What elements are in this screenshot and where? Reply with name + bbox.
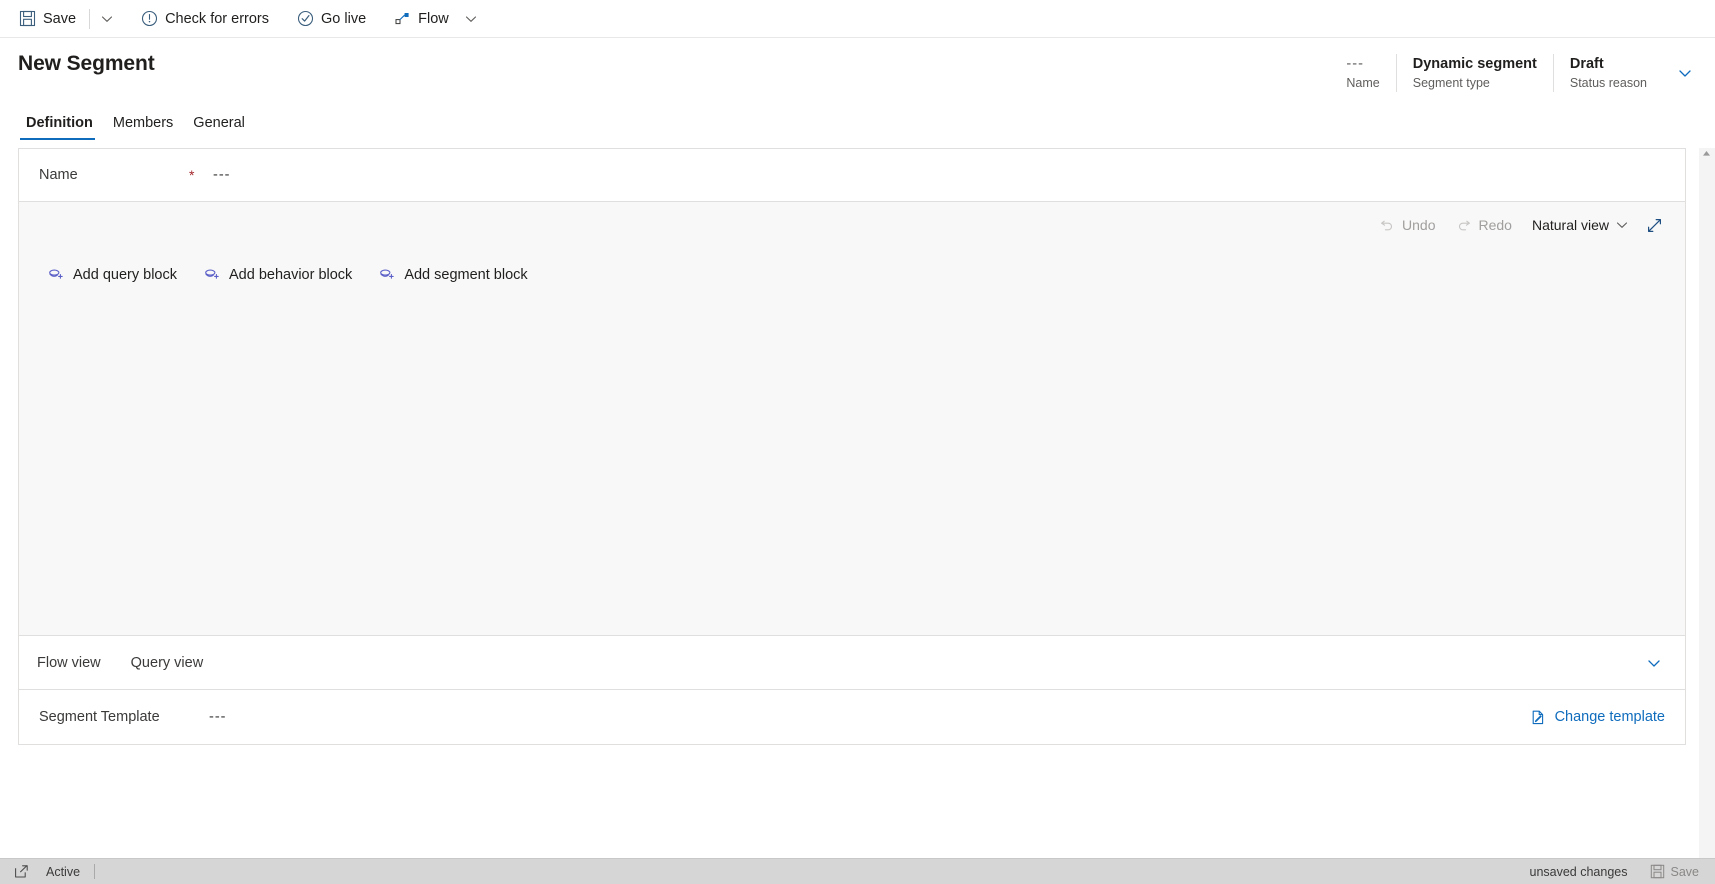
redo-label: Redo	[1478, 217, 1512, 233]
flow-label: Flow	[418, 10, 449, 27]
header-field-segment-type-label: Segment type	[1412, 76, 1490, 90]
canvas-toolbar: Undo Redo Natural view	[19, 202, 1685, 248]
name-field-label: Name	[39, 167, 78, 183]
header-summary-fields: --- Name Dynamic segment Segment type Dr…	[1330, 54, 1715, 92]
header-field-name: --- Name	[1330, 54, 1395, 92]
required-indicator: *	[189, 167, 195, 183]
body: Name * --- Undo Redo Natural view Add qu…	[0, 140, 1715, 858]
save-icon	[1650, 864, 1665, 879]
subtab-query-view[interactable]: Query view	[131, 651, 218, 675]
add-behavior-block-button[interactable]: Add behavior block	[197, 262, 358, 287]
page-scrollbar[interactable]	[1698, 140, 1715, 858]
status-bar-save-label: Save	[1670, 864, 1700, 879]
tab-general-label: General	[193, 115, 245, 131]
checkmark-circle-icon	[297, 10, 314, 27]
header-field-segment-type-value: Dynamic segment	[1412, 56, 1537, 72]
tab-general[interactable]: General	[185, 115, 255, 140]
undo-button[interactable]: Undo	[1370, 210, 1444, 240]
tab-strip: Definition Members General	[0, 104, 1715, 140]
page-title: New Segment	[18, 52, 155, 75]
status-bar: Active unsaved changes Save	[0, 858, 1715, 884]
name-input[interactable]: ---	[213, 167, 231, 183]
go-live-button[interactable]: Go live	[288, 4, 375, 34]
record-state: Active	[46, 864, 81, 879]
change-template-label: Change template	[1554, 709, 1665, 725]
tab-definition-label: Definition	[26, 115, 93, 131]
add-block-icon	[378, 266, 395, 283]
go-live-label: Go live	[321, 10, 367, 27]
add-behavior-block-label: Add behavior block	[228, 266, 353, 283]
tab-members-label: Members	[112, 115, 174, 131]
segment-template-value: ---	[209, 709, 227, 725]
flow-menu-button[interactable]	[458, 4, 484, 34]
expand-diagonal-icon	[1646, 217, 1663, 234]
save-button-label: Save	[43, 10, 77, 27]
undo-label: Undo	[1402, 217, 1436, 233]
header-field-status-reason-value: Draft	[1569, 56, 1604, 72]
block-action-bar: Add query block Add behavior block Add s…	[19, 262, 1685, 287]
add-segment-block-label: Add segment block	[404, 266, 528, 283]
check-for-errors-label: Check for errors	[165, 10, 270, 27]
subtab-flow-view[interactable]: Flow view	[37, 651, 115, 675]
undo-icon	[1379, 217, 1395, 233]
chevron-down-icon	[465, 13, 477, 25]
chevron-down-icon	[1616, 219, 1628, 231]
add-query-block-label: Add query block	[73, 266, 177, 283]
definition-card: Name * --- Undo Redo Natural view Add qu…	[18, 148, 1686, 745]
name-field-row: Name * ---	[19, 149, 1685, 202]
header-field-status-reason: Draft Status reason	[1552, 54, 1663, 92]
chevron-down-icon	[1646, 655, 1662, 671]
subtab-query-view-label: Query view	[130, 654, 204, 671]
popout-button[interactable]	[8, 861, 34, 883]
chevron-down-icon	[1677, 65, 1693, 81]
record-header: New Segment --- Name Dynamic segment Seg…	[0, 38, 1715, 104]
command-bar: Save Check for errors Go live Flow	[0, 0, 1715, 38]
status-bar-save-button[interactable]: Save	[1640, 864, 1708, 879]
popout-icon	[14, 864, 29, 879]
edit-page-icon	[1530, 709, 1547, 726]
tab-definition[interactable]: Definition	[18, 115, 103, 140]
status-bar-divider	[94, 864, 96, 879]
view-subtab-row: Flow view Query view	[19, 636, 1685, 690]
save-button[interactable]: Save	[10, 4, 85, 34]
save-icon	[19, 10, 36, 27]
add-segment-block-button[interactable]: Add segment block	[372, 262, 533, 287]
segment-template-label: Segment Template	[39, 709, 160, 725]
scrollbar-up-arrow[interactable]	[1698, 150, 1715, 157]
redo-button[interactable]: Redo	[1447, 210, 1521, 240]
view-mode-label: Natural view	[1531, 217, 1609, 233]
check-for-errors-button[interactable]: Check for errors	[132, 4, 278, 34]
header-field-name-value: ---	[1346, 56, 1364, 72]
header-expand-button[interactable]	[1663, 54, 1707, 92]
definition-panel: Name * --- Undo Redo Natural view Add qu…	[0, 140, 1698, 858]
flow-button[interactable]: Flow	[385, 4, 458, 34]
add-block-icon	[203, 266, 220, 283]
segment-template-row: Segment Template --- Change template	[19, 690, 1685, 744]
status-bar-right: unsaved changes Save	[1518, 864, 1708, 879]
error-circle-icon	[141, 10, 158, 27]
redo-icon	[1456, 217, 1472, 233]
segment-editor-window: Save Check for errors Go live Flow New S…	[0, 0, 1715, 884]
header-field-segment-type: Dynamic segment Segment type	[1395, 54, 1553, 92]
add-query-block-button[interactable]: Add query block	[41, 262, 183, 287]
flow-icon	[394, 10, 411, 27]
header-field-status-reason-label: Status reason	[1569, 76, 1647, 90]
change-template-button[interactable]: Change template	[1524, 705, 1671, 730]
segment-canvas: Undo Redo Natural view Add query block A…	[19, 202, 1685, 636]
scrollbar-track[interactable]	[1699, 148, 1715, 858]
chevron-down-icon	[101, 13, 113, 25]
expand-canvas-button[interactable]	[1639, 210, 1669, 240]
add-block-icon	[47, 266, 64, 283]
subtab-flow-view-label: Flow view	[37, 654, 101, 671]
tab-members[interactable]: Members	[105, 115, 183, 140]
command-bar-divider	[89, 8, 91, 29]
view-mode-dropdown[interactable]: Natural view	[1523, 210, 1637, 240]
unsaved-changes-indicator: unsaved changes	[1529, 864, 1628, 879]
header-field-name-label: Name	[1346, 76, 1380, 90]
collapse-section-button[interactable]	[1639, 648, 1669, 678]
save-menu-button[interactable]	[94, 4, 120, 34]
status-bar-left: Active	[8, 861, 97, 883]
